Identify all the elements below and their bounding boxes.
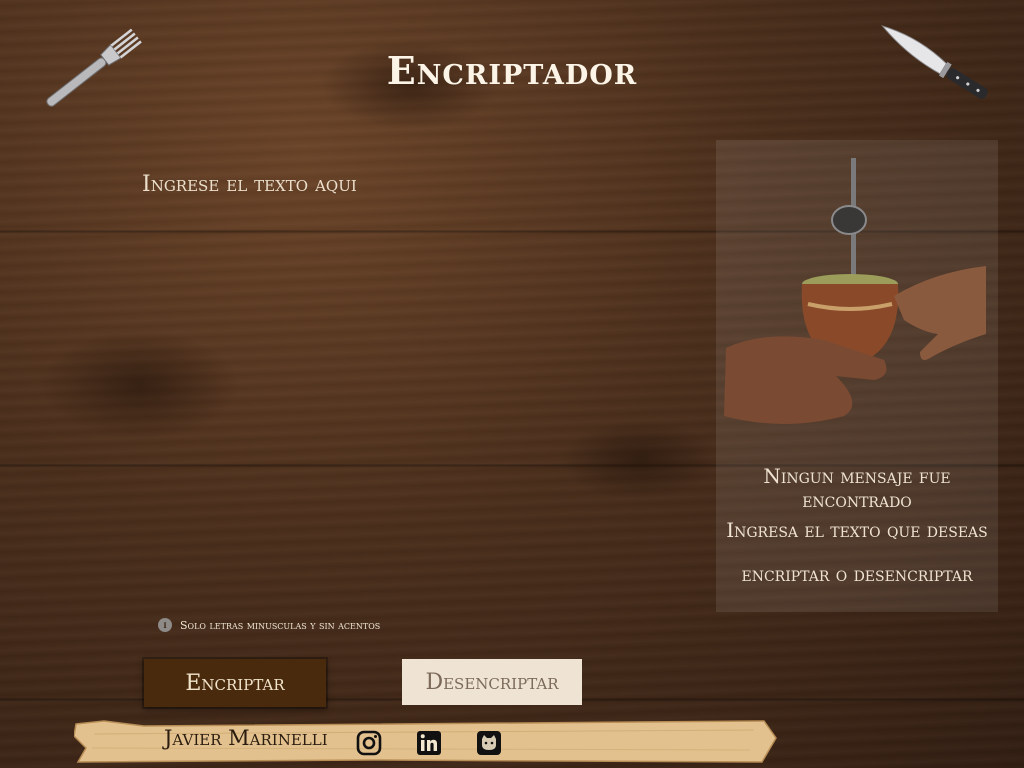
output-panel: Ningun mensaje fue encontrado Ingresa el… [716, 140, 998, 612]
instagram-icon[interactable] [356, 730, 382, 756]
author-name: Javier Marinelli [164, 726, 328, 750]
output-title: Ningun mensaje fue encontrado [763, 464, 951, 512]
mate-gourd-illustration [724, 158, 986, 424]
text-input[interactable] [140, 170, 684, 594]
info-icon: i [158, 618, 172, 632]
encrypt-button[interactable]: Encriptar [144, 659, 326, 707]
hint-text: Solo letras minusculas y sin acentos [180, 618, 381, 632]
github-icon[interactable] [476, 730, 502, 756]
decrypt-button[interactable]: Desencriptar [402, 659, 582, 705]
linkedin-icon[interactable] [416, 730, 442, 756]
page-title: Encriptador [386, 48, 638, 93]
input-hint: i Solo letras minusculas y sin acentos [158, 618, 380, 632]
output-subtitle: Ingresa el texto que deseas encriptar o … [726, 518, 988, 586]
